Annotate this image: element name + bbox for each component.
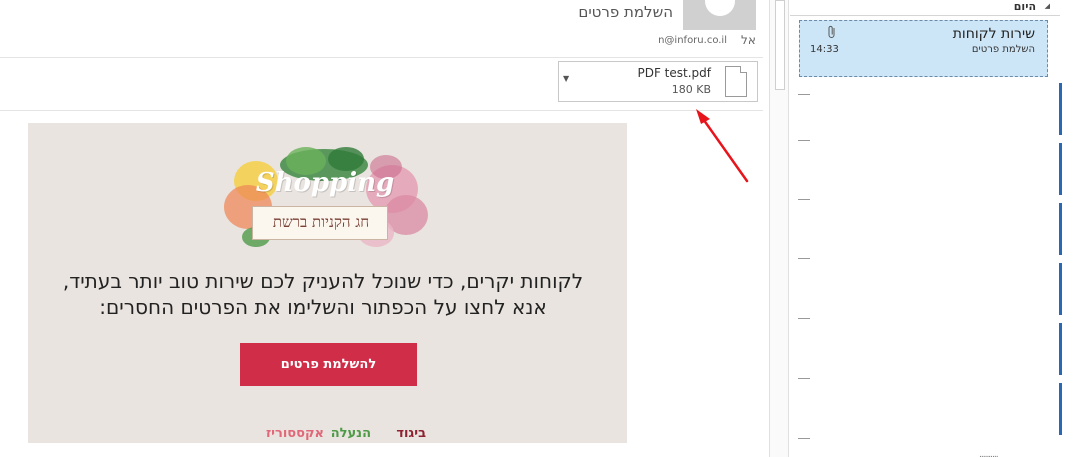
list-separator-ticks <box>798 78 812 457</box>
complete-details-button[interactable]: להשלמת פרטים <box>240 343 417 386</box>
newsletter-headline: לקוחות יקרים, כדי שנוכל להעניק לכם שירות… <box>36 268 610 320</box>
link-accessories[interactable]: אקססוריז <box>266 426 324 441</box>
attachment-chip[interactable]: ▼ PDF test.pdf 180 KB <box>558 61 758 102</box>
message-preview: השלמת פרטים <box>971 44 1035 55</box>
logo-banner-text: חג הקניות ברשת <box>272 213 370 231</box>
recipient-address[interactable]: n@inforu.co.il <box>658 35 727 46</box>
avatar-person-icon <box>705 0 735 16</box>
paperclip-icon <box>827 25 837 42</box>
newsletter-body: Shopping חג הקניות ברשת לקוחות יקרים, כד… <box>28 123 627 443</box>
category-links: ביגוד הנעלה אקססוריז <box>228 426 428 443</box>
message-time: 14:33 <box>810 44 839 55</box>
reading-pane: השלמת פרטים אל n@inforu.co.il ▼ PDF test… <box>0 0 763 457</box>
message-list: היום ◢ שירות לקוחות 14:33 השלמת פרטים ..… <box>790 0 1074 457</box>
logo-script-text: Shopping <box>255 168 395 198</box>
collapse-triangle-icon[interactable]: ◢ <box>1045 2 1050 10</box>
attachment-divider <box>0 110 763 111</box>
attachment-name: PDF test.pdf <box>637 66 711 80</box>
reading-pane-scrollbar[interactable] <box>769 0 789 457</box>
scrollbar-thumb[interactable] <box>775 0 785 90</box>
message-sender: שירות לקוחות <box>952 26 1035 42</box>
link-footwear[interactable]: הנעלה <box>331 426 371 441</box>
group-header-today[interactable]: היום ◢ <box>790 0 1060 16</box>
message-subject: השלמת פרטים <box>578 3 673 21</box>
mail-client-window: השלמת פרטים אל n@inforu.co.il ▼ PDF test… <box>0 0 1074 457</box>
list-bottom-marks: .......... <box>979 450 999 457</box>
document-icon <box>725 66 747 97</box>
header-divider <box>0 57 763 58</box>
unread-indicator-bars <box>1059 78 1065 457</box>
sender-avatar <box>683 0 756 30</box>
headline-line-1: לקוחות יקרים, כדי שנוכל להעניק לכם שירות… <box>62 269 584 293</box>
to-label: אל <box>741 33 756 47</box>
flower-decoration <box>224 147 428 247</box>
red-annotation-arrow <box>696 109 749 183</box>
attachment-size: 180 KB <box>671 83 711 96</box>
headline-line-2: אנא לחצו על הכפתור והשלימו את הפרטים החס… <box>99 295 547 319</box>
shopping-logo: Shopping חג הקניות ברשת <box>216 145 432 257</box>
caret-down-icon[interactable]: ▼ <box>563 74 569 83</box>
group-label: היום <box>1013 0 1036 13</box>
message-item-selected[interactable]: שירות לקוחות 14:33 השלמת פרטים <box>799 20 1048 77</box>
link-clothing[interactable]: ביגוד <box>396 426 426 441</box>
logo-banner: חג הקניות ברשת <box>252 206 388 240</box>
